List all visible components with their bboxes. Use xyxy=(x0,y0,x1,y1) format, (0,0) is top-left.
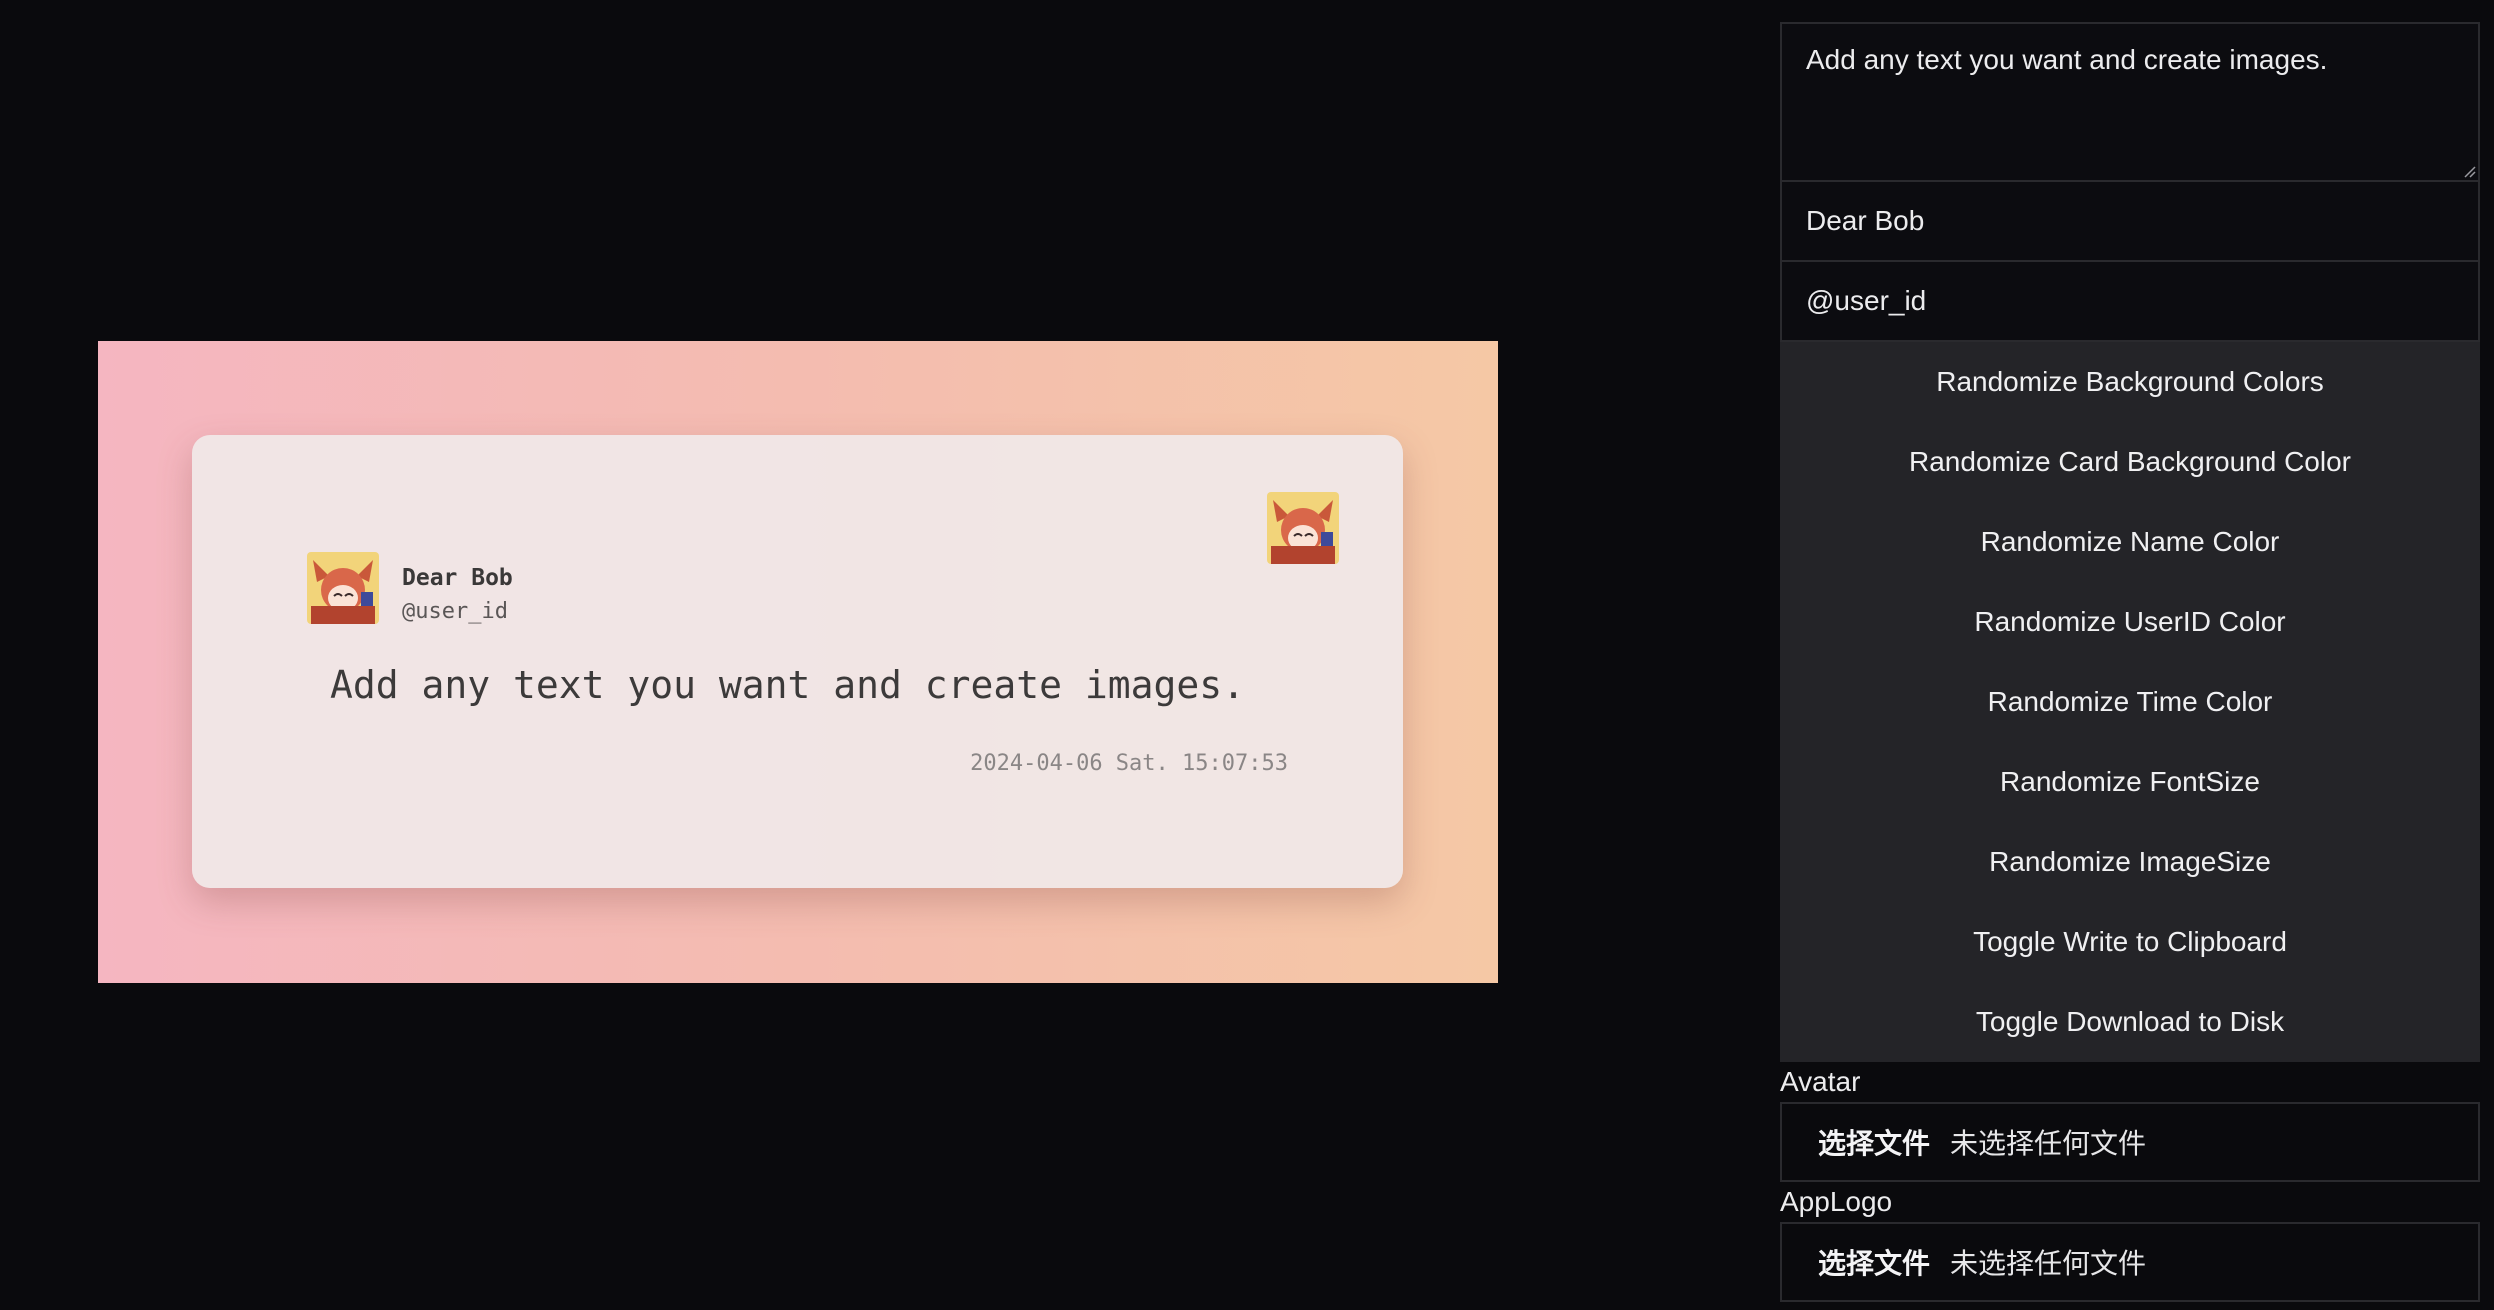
resize-handle-icon[interactable] xyxy=(2460,162,2476,178)
randomize-bg-button[interactable]: Randomize Background Colors xyxy=(1780,342,2480,422)
preview-canvas: Dear Bob @user_id Add any text you want … xyxy=(98,341,1498,983)
randomize-imagesize-button[interactable]: Randomize ImageSize xyxy=(1780,822,2480,902)
randomize-card-bg-button[interactable]: Randomize Card Background Color xyxy=(1780,422,2480,502)
randomize-fontsize-button[interactable]: Randomize FontSize xyxy=(1780,742,2480,822)
text-area-wrapper: Add any text you want and create images. xyxy=(1780,22,2480,182)
randomize-name-color-button[interactable]: Randomize Name Color xyxy=(1780,502,2480,582)
toggle-clipboard-button[interactable]: Toggle Write to Clipboard xyxy=(1780,902,2480,982)
control-panel: Add any text you want and create images.… xyxy=(1780,22,2480,1302)
avatar-icon xyxy=(307,552,379,624)
applogo-choose-file-button[interactable]: 选择文件 xyxy=(1818,1242,1930,1282)
text-input-area[interactable]: Add any text you want and create images. xyxy=(1780,22,2480,182)
card-text: Add any text you want and create images. xyxy=(329,663,1246,707)
applogo-icon xyxy=(1267,492,1339,564)
toggle-download-button[interactable]: Toggle Download to Disk xyxy=(1780,982,2480,1062)
avatar-label: Avatar xyxy=(1780,1066,1861,1097)
randomize-time-color-button[interactable]: Randomize Time Color xyxy=(1780,662,2480,742)
applogo-label: AppLogo xyxy=(1780,1186,1893,1217)
card-userid: @user_id xyxy=(402,599,508,624)
randomize-userid-color-button[interactable]: Randomize UserID Color xyxy=(1780,582,2480,662)
applogo-file-status: 未选择任何文件 xyxy=(1950,1248,2147,1279)
applogo-file-input[interactable]: 选择文件 未选择任何文件 xyxy=(1780,1222,2480,1302)
post-card: Dear Bob @user_id Add any text you want … xyxy=(192,435,1403,888)
avatar-choose-file-button[interactable]: 选择文件 xyxy=(1818,1122,1930,1162)
card-name: Dear Bob xyxy=(402,565,513,591)
button-group: Randomize Background Colors Randomize Ca… xyxy=(1780,342,2480,1062)
name-input[interactable] xyxy=(1780,182,2480,262)
card-time: 2024-04-06 Sat. 15:07:53 xyxy=(970,751,1288,776)
avatar-file-status: 未选择任何文件 xyxy=(1950,1128,2147,1159)
page: Dear Bob @user_id Add any text you want … xyxy=(0,0,2494,1310)
avatar-file-input[interactable]: 选择文件 未选择任何文件 xyxy=(1780,1102,2480,1182)
userid-input[interactable] xyxy=(1780,262,2480,342)
